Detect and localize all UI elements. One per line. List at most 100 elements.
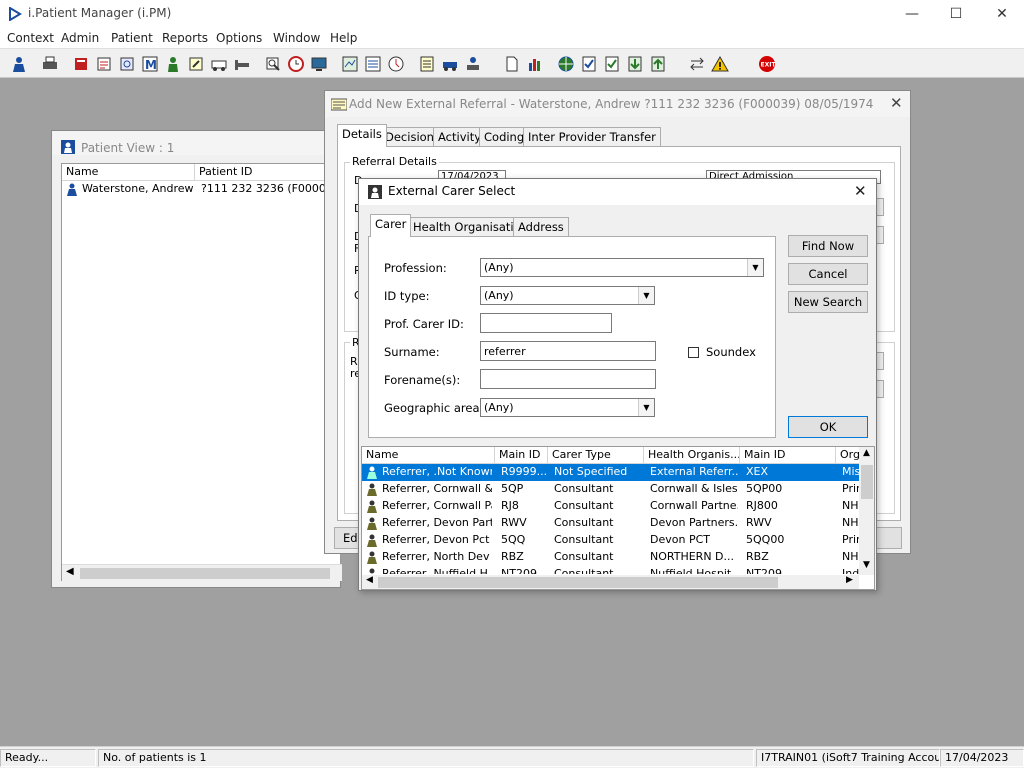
notes-icon[interactable]: [94, 54, 114, 74]
column-header-health-organisation[interactable]: Health Organis...: [644, 447, 740, 464]
swap-icon[interactable]: [687, 54, 707, 74]
scroll-up-icon[interactable]: ▲: [863, 448, 870, 458]
carer-icon: [367, 500, 377, 513]
bed-icon[interactable]: [232, 54, 252, 74]
upload-check-icon[interactable]: [648, 54, 668, 74]
blank-document-icon[interactable]: [502, 54, 522, 74]
m-icon[interactable]: M: [140, 54, 160, 74]
menu-options[interactable]: Options: [216, 31, 262, 45]
search-icon[interactable]: [263, 54, 283, 74]
scroll-down-icon[interactable]: ▼: [863, 560, 870, 570]
surname-input[interactable]: [480, 341, 656, 361]
tab-inter-provider-transfer[interactable]: Inter Provider Transfer: [523, 127, 661, 147]
cell-org-main-id: RBZ: [746, 550, 769, 563]
tab-address[interactable]: Address: [513, 217, 569, 237]
warning-icon[interactable]: [710, 54, 730, 74]
download-check-icon[interactable]: [625, 54, 645, 74]
maximize-button[interactable]: ☐: [941, 4, 971, 24]
scrollbar-thumb[interactable]: [378, 577, 778, 588]
referral-title: Add New External Referral - Waterstone, …: [349, 97, 874, 111]
column-header-main-id[interactable]: Main ID: [495, 447, 548, 464]
soundex-checkbox[interactable]: [688, 347, 699, 358]
table-row[interactable]: Referrer, Cornwall Pa... RJ8 Consultant Cor…: [362, 498, 859, 515]
clock-icon[interactable]: [286, 54, 306, 74]
dialog-titlebar: External Carer Select ✕: [359, 179, 876, 205]
scroll-left-icon[interactable]: ◀: [66, 566, 74, 577]
admission-icon[interactable]: [463, 54, 483, 74]
chevron-down-icon[interactable]: ▼: [638, 399, 654, 416]
profession-value: (Any): [484, 261, 514, 274]
column-header-name[interactable]: Name: [362, 447, 495, 464]
results-rows: Referrer, .Not Known R9999... Not Specifie…: [362, 464, 859, 574]
geographic-area-select[interactable]: (Any) ▼: [480, 398, 655, 417]
timer-icon[interactable]: [386, 54, 406, 74]
table-row[interactable]: Referrer, Devon Part... RWV Consultant Devo…: [362, 515, 859, 532]
patient-view-titlebar: Patient View : 1: [52, 131, 340, 155]
exit-icon[interactable]: EXIT: [757, 54, 777, 74]
tab-decision[interactable]: Decision: [380, 127, 439, 147]
menu-reports[interactable]: Reports: [162, 31, 208, 45]
forenames-input[interactable]: [480, 369, 656, 389]
table-row[interactable]: Referrer, Cornwall & I... 5QP Consultant Co…: [362, 481, 859, 498]
edit-form-icon[interactable]: [186, 54, 206, 74]
printer-icon[interactable]: [40, 54, 60, 74]
table-row[interactable]: Referrer, North Dev ... RBZ Consultant NORT…: [362, 549, 859, 566]
scrollbar-thumb[interactable]: [861, 465, 873, 499]
ok-button[interactable]: OK: [788, 416, 868, 438]
menu-admin[interactable]: Admin: [61, 31, 99, 45]
results-vscrollbar[interactable]: ▲ ▼: [859, 447, 874, 575]
close-referral-button[interactable]: ✕: [890, 94, 903, 112]
schedule-icon[interactable]: [363, 54, 383, 74]
tab-details[interactable]: Details: [337, 124, 387, 147]
scroll-left-icon[interactable]: ◀: [366, 575, 373, 585]
list-icon[interactable]: [417, 54, 437, 74]
column-header-patient-id[interactable]: Patient ID: [195, 164, 342, 181]
tab-coding[interactable]: Coding: [479, 127, 530, 147]
checklist-icon[interactable]: [579, 54, 599, 74]
table-row[interactable]: Referrer, Devon Pct 5QQ Consultant Devon PC…: [362, 532, 859, 549]
column-header-name[interactable]: Name: [62, 164, 195, 181]
transfer-icon[interactable]: [440, 54, 460, 74]
id-type-select[interactable]: (Any) ▼: [480, 286, 655, 305]
table-row[interactable]: Referrer, Nuffield H... NT209 Consultant Nu…: [362, 566, 859, 574]
patient-icon[interactable]: [9, 54, 29, 74]
table-row[interactable]: Waterstone, Andrew ?111 232 3236 (F00003…: [62, 181, 344, 198]
forenames-label: Forename(s):: [384, 373, 461, 387]
new-search-button[interactable]: New Search: [788, 291, 868, 313]
menu-window[interactable]: Window: [273, 31, 320, 45]
document-search-icon[interactable]: [117, 54, 137, 74]
menu-patient[interactable]: Patient: [111, 31, 153, 45]
patient-name: Waterstone, Andrew: [82, 182, 194, 195]
cancel-button[interactable]: Cancel: [788, 263, 868, 285]
monitor-icon[interactable]: [309, 54, 329, 74]
tab-carer[interactable]: Carer: [370, 214, 412, 237]
doctor-icon[interactable]: [163, 54, 183, 74]
column-header-carer-type[interactable]: Carer Type: [548, 447, 644, 464]
globe-icon[interactable]: [556, 54, 576, 74]
chevron-down-icon[interactable]: ▼: [638, 287, 654, 304]
minimize-button[interactable]: —: [897, 4, 927, 24]
close-app-button[interactable]: ✕: [987, 4, 1017, 24]
find-now-button[interactable]: Find Now: [788, 235, 868, 257]
table-row[interactable]: Referrer, .Not Known R9999... Not Specifie…: [362, 464, 859, 481]
cell-health-org: Devon Partners...: [650, 516, 738, 529]
patient-list-hscrollbar[interactable]: ◀: [62, 564, 342, 581]
book-icon[interactable]: [71, 54, 91, 74]
cell-carer-type: Consultant: [554, 516, 614, 529]
cell-main-id: R9999...: [501, 465, 547, 478]
close-dialog-button[interactable]: ✕: [854, 182, 867, 200]
carer-icon: [367, 517, 377, 530]
results-hscrollbar[interactable]: ◀ ▶: [362, 575, 859, 589]
prof-carer-id-input[interactable]: [480, 313, 612, 333]
scrollbar-thumb[interactable]: [80, 568, 330, 579]
profession-select[interactable]: (Any) ▼: [480, 258, 764, 277]
menu-help[interactable]: Help: [330, 31, 357, 45]
chevron-down-icon[interactable]: ▼: [747, 259, 763, 276]
bar-chart-icon[interactable]: [525, 54, 545, 74]
column-header-org-main-id[interactable]: Main ID: [740, 447, 836, 464]
ambulance-icon[interactable]: [209, 54, 229, 74]
chart-list-icon[interactable]: [340, 54, 360, 74]
menu-context[interactable]: Context: [7, 31, 54, 45]
scroll-right-icon[interactable]: ▶: [846, 575, 853, 585]
checklist-down-icon[interactable]: [602, 54, 622, 74]
